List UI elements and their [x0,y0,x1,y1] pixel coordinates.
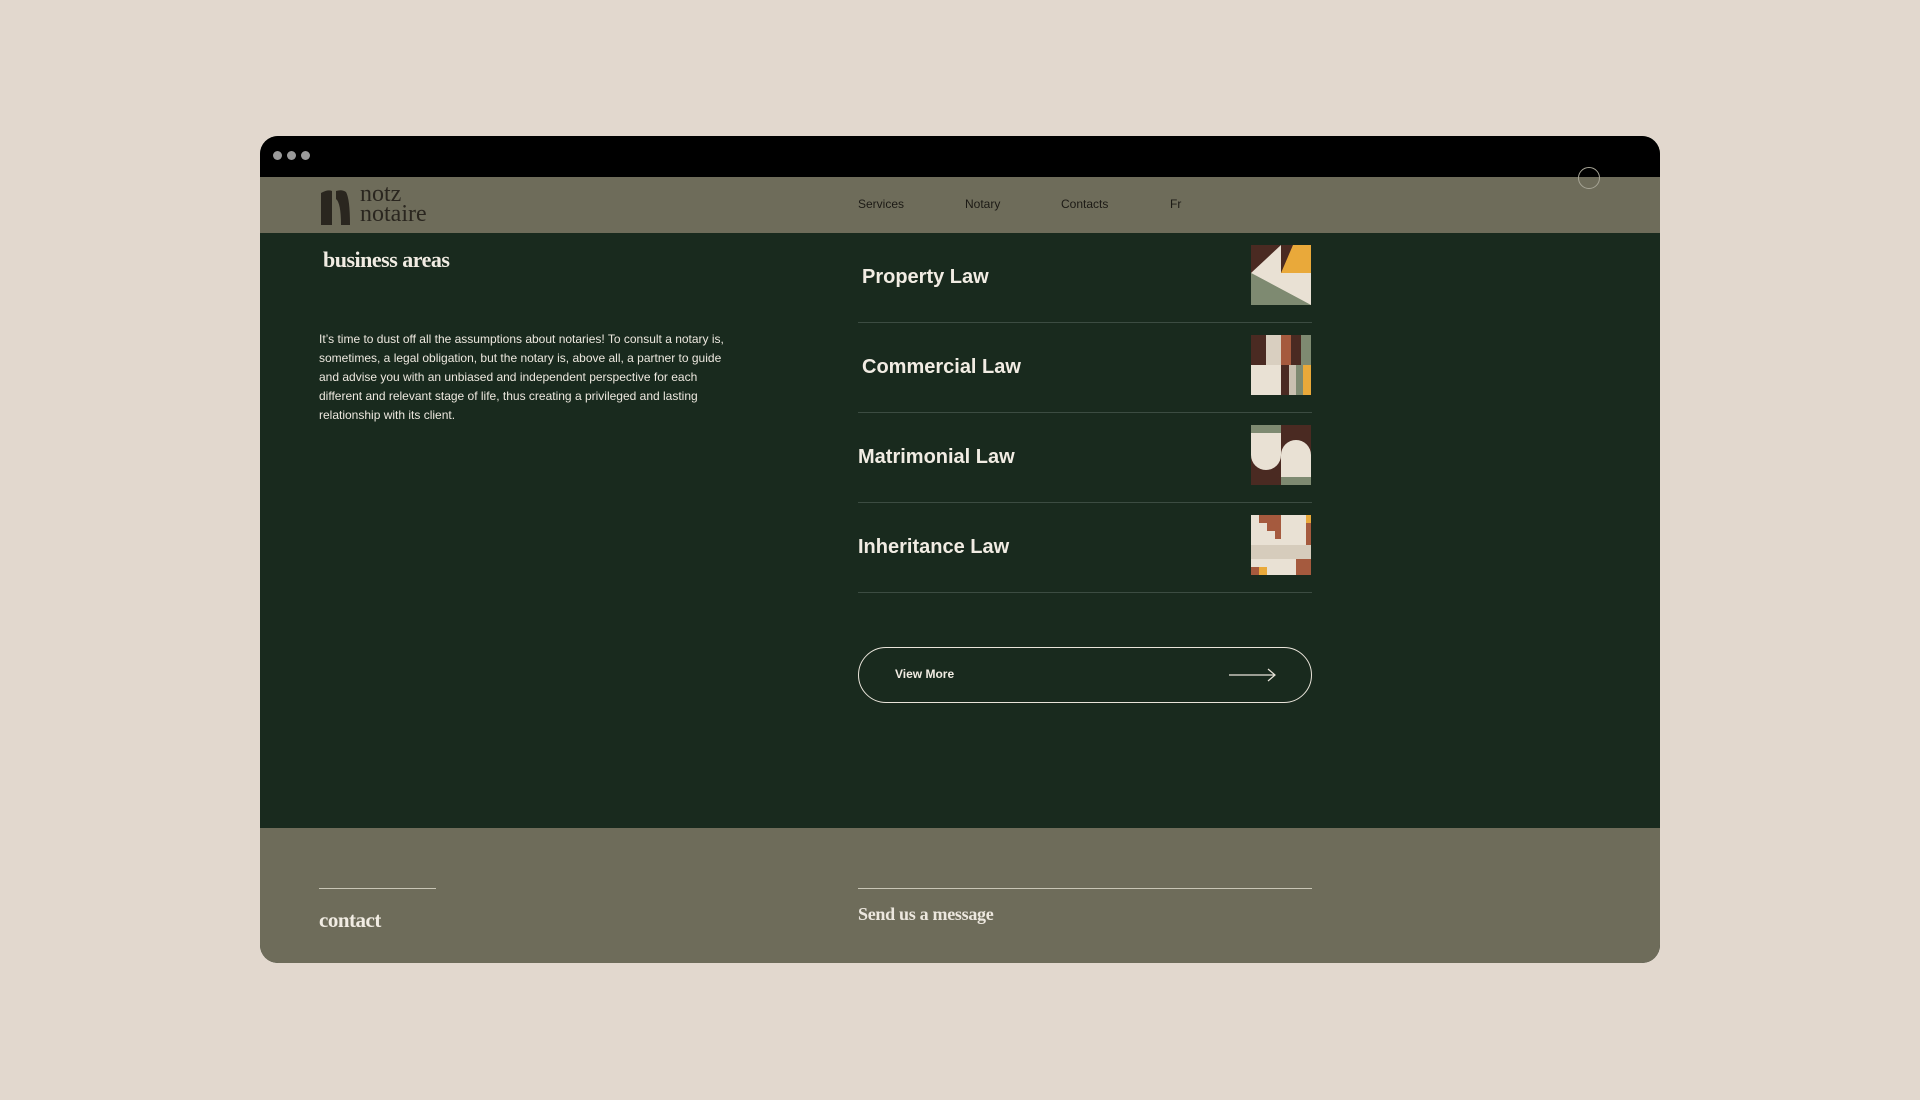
menu-circle-icon[interactable] [1578,167,1600,189]
business-area-label: Commercial Law [862,356,1021,378]
browser-window: notz notaire Services Notary Contacts Fr… [260,136,1660,963]
contact-divider [319,888,436,889]
window-dot-icon[interactable] [287,151,296,160]
business-area-inheritance-law[interactable]: Inheritance Law [858,503,1312,593]
business-area-label: Inheritance Law [858,536,1010,558]
window-dot-icon[interactable] [273,151,282,160]
site-footer: contact Send us a message [260,828,1660,963]
business-area-label: Matrimonial Law [858,446,1015,468]
message-divider [858,888,1312,889]
business-area-property-law[interactable]: Property Law [858,233,1312,323]
view-more-label: View More [895,667,955,681]
nav-contacts[interactable]: Contacts [1061,197,1108,211]
arrow-right-icon [1229,668,1276,682]
business-area-matrimonial-law[interactable]: Matrimonial Law [858,413,1312,503]
property-law-pattern-icon [1251,245,1311,305]
commercial-law-pattern-icon [1251,335,1311,395]
business-area-commercial-law[interactable]: Commercial Law [858,323,1312,413]
contact-title: contact [319,908,381,932]
window-titlebar [260,136,1660,177]
inheritance-law-pattern-icon [1251,515,1311,575]
view-more-button[interactable]: View More [858,647,1312,703]
nav-notary[interactable]: Notary [965,197,1000,211]
business-area-label: Property Law [862,266,989,288]
business-areas-section: business areas It’s time to dust off all… [260,233,1660,828]
intro-paragraph: It’s time to dust off all the assumption… [319,332,724,422]
window-dot-icon[interactable] [301,151,310,160]
logo-line-2: notaire [360,201,427,227]
nav-language-fr[interactable]: Fr [1170,197,1181,211]
site-logo[interactable]: notz notaire [360,182,427,227]
section-title: business areas [323,247,450,272]
site-header: notz notaire Services Notary Contacts Fr [260,167,1660,233]
notz-logo-icon[interactable] [319,189,352,225]
send-message-title[interactable]: Send us a message [858,904,994,925]
nav-services[interactable]: Services [858,197,904,211]
matrimonial-law-pattern-icon [1251,425,1311,485]
